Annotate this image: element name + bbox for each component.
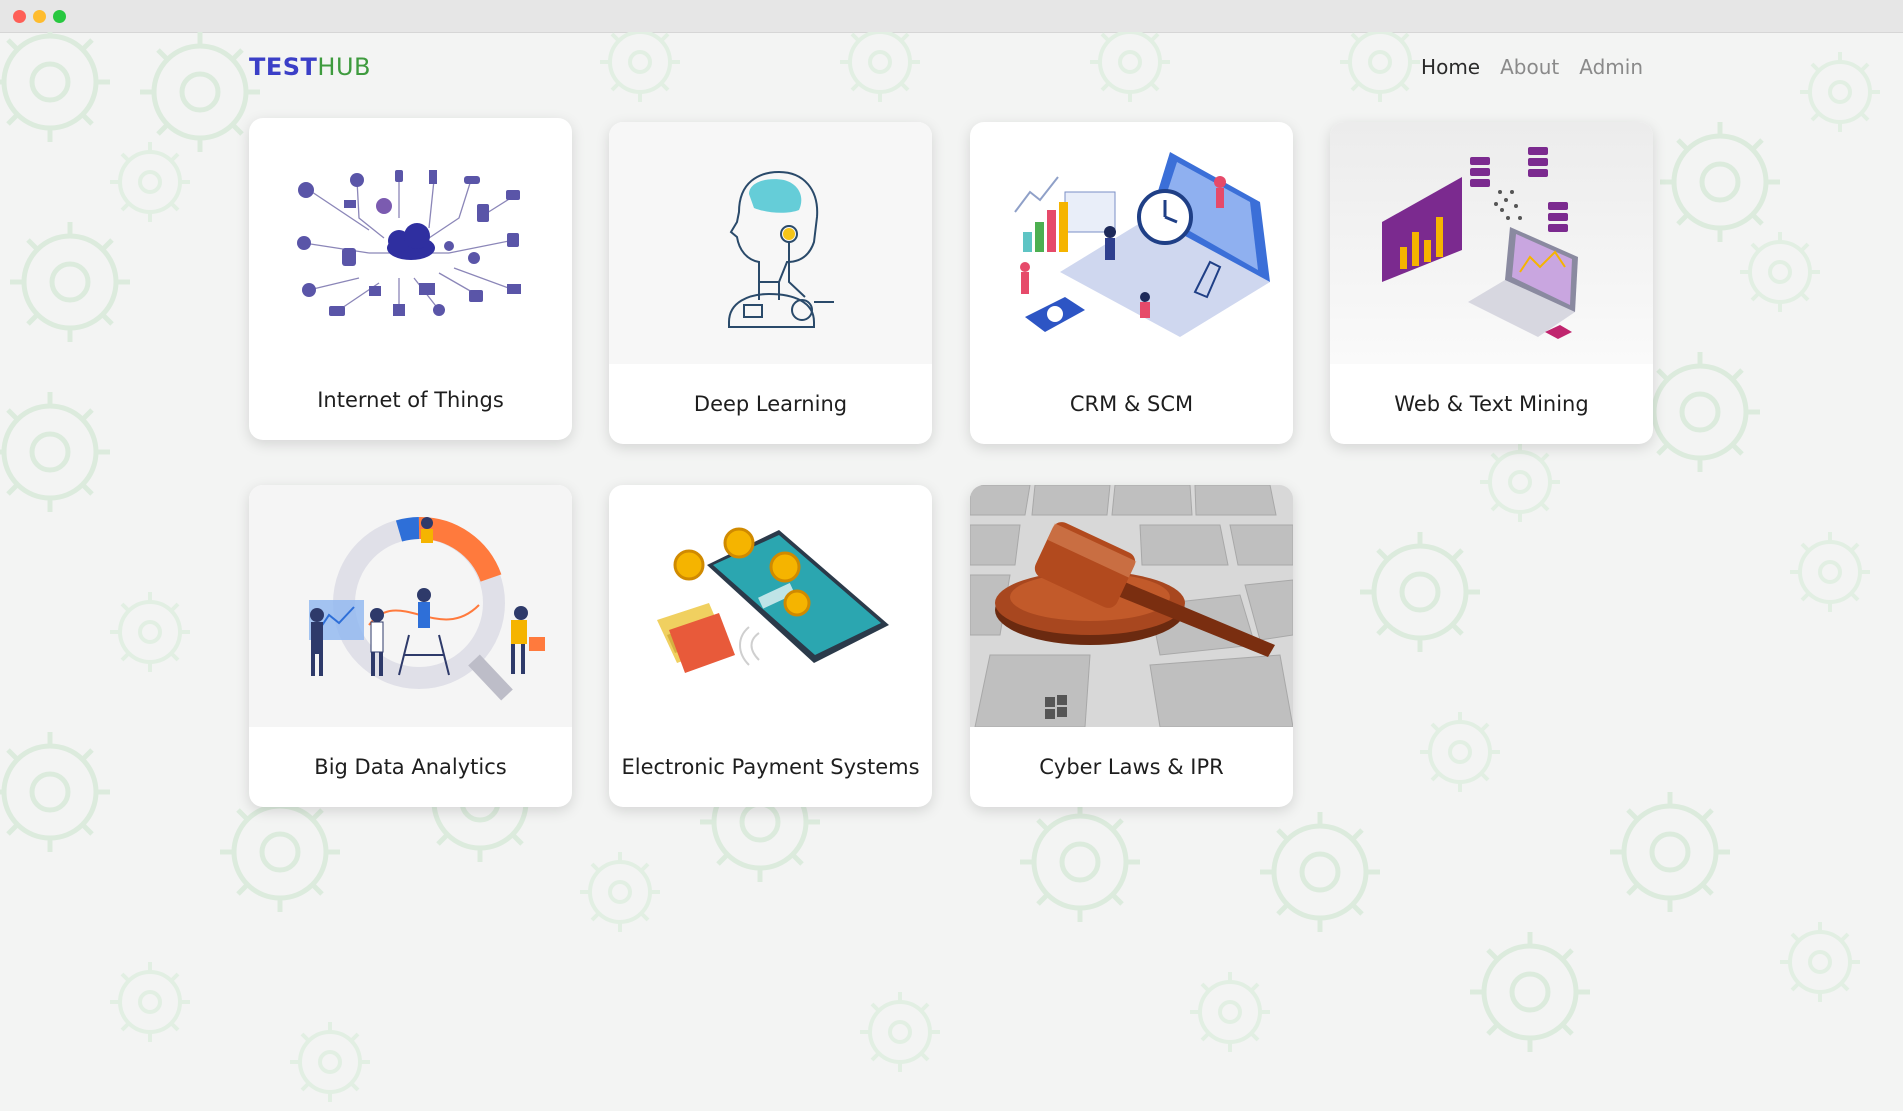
analytics-team-icon (249, 485, 572, 727)
iot-network-icon (249, 118, 572, 360)
gavel-keyboard-icon (970, 485, 1293, 727)
card-label: Big Data Analytics (314, 755, 507, 779)
maximize-window-button[interactable] (53, 10, 66, 23)
brand-logo-part1: TEST (249, 53, 318, 81)
mobile-payment-icon (609, 485, 932, 727)
card-label: Internet of Things (317, 388, 504, 412)
course-card-cyber-laws-ipr[interactable]: Cyber Laws & IPR (970, 485, 1293, 807)
card-label: Electronic Payment Systems (621, 755, 920, 779)
close-window-button[interactable] (13, 10, 26, 23)
laptop-clock-icon (970, 122, 1293, 364)
card-label: CRM & SCM (1069, 392, 1194, 416)
card-label: Web & Text Mining (1394, 392, 1589, 416)
nav-about-link[interactable]: About (1500, 54, 1559, 80)
course-card-web-text-mining[interactable]: Web & Text Mining (1330, 122, 1653, 444)
card-label: Cyber Laws & IPR (1039, 755, 1224, 779)
course-card-big-data-analytics[interactable]: Big Data Analytics (249, 485, 572, 807)
window-titlebar (0, 0, 1903, 33)
brand-logo[interactable]: TESTHUB (249, 52, 371, 82)
minimize-window-button[interactable] (33, 10, 46, 23)
course-card-internet-of-things[interactable]: Internet of Things (249, 118, 572, 440)
top-navbar: TESTHUB Home About Admin (249, 52, 1643, 92)
course-card-crm-scm[interactable]: CRM & SCM (970, 122, 1293, 444)
nav-home-link[interactable]: Home (1421, 54, 1480, 80)
card-label: Deep Learning (693, 392, 848, 416)
robot-head-icon (609, 122, 932, 364)
brand-logo-part2: HUB (317, 53, 371, 81)
data-mining-icon (1330, 122, 1653, 364)
course-card-electronic-payment-systems[interactable]: Electronic Payment Systems (609, 485, 932, 807)
main-nav: Home About Admin (1421, 54, 1643, 80)
nav-admin-link[interactable]: Admin (1579, 54, 1643, 80)
course-card-deep-learning[interactable]: Deep Learning (609, 122, 932, 444)
